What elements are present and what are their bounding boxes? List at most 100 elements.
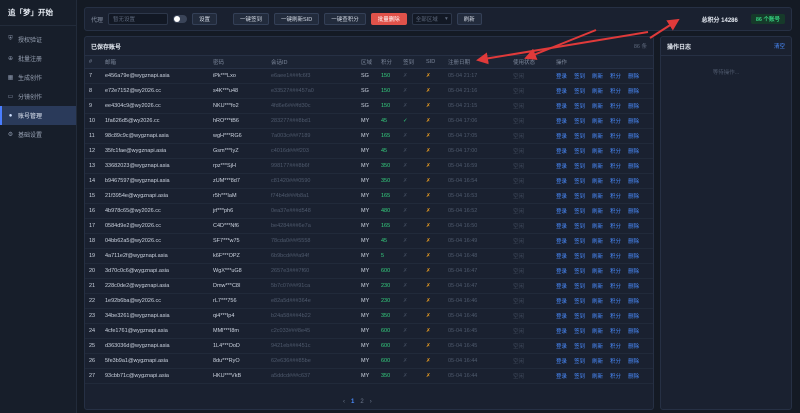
sign-action[interactable]: 签到	[574, 314, 585, 320]
table-row[interactable]: 11 98c89c9c@wygznapi.asia wgH***RG6 7a003c#…	[85, 128, 653, 144]
login-action[interactable]: 登录	[556, 134, 567, 140]
refresh-action[interactable]: 刷新	[592, 224, 603, 230]
login-action[interactable]: 登录	[556, 299, 567, 305]
delete-action[interactable]: 删除	[628, 299, 639, 305]
points-action[interactable]: 积分	[610, 269, 621, 275]
delete-action[interactable]: 删除	[628, 239, 639, 245]
delete-action[interactable]: 删除	[628, 74, 639, 80]
sign-action[interactable]: 签到	[574, 344, 585, 350]
points-action[interactable]: 积分	[610, 239, 621, 245]
delete-action[interactable]: 删除	[628, 209, 639, 215]
login-action[interactable]: 登录	[556, 284, 567, 290]
sign-action[interactable]: 签到	[574, 209, 585, 215]
sign-action[interactable]: 签到	[574, 374, 585, 380]
sign-action[interactable]: 签到	[574, 164, 585, 170]
login-action[interactable]: 登录	[556, 314, 567, 320]
points-action[interactable]: 积分	[610, 119, 621, 125]
login-action[interactable]: 登录	[556, 239, 567, 245]
login-action[interactable]: 登录	[556, 119, 567, 125]
check-points-button[interactable]: 一键查积分	[324, 13, 366, 25]
next-page-button[interactable]: ›	[370, 399, 372, 405]
table-row[interactable]: 20 3d70c0c6@wygznapi.asia WgX***uG8 2657e3#…	[85, 263, 653, 279]
refresh-action[interactable]: 刷新	[592, 344, 603, 350]
sign-action[interactable]: 签到	[574, 299, 585, 305]
points-action[interactable]: 积分	[610, 284, 621, 290]
table-row[interactable]: 9 ee4304c9@wy2026.cc NKU***fo2 4fd6e6###fd3…	[85, 98, 653, 114]
table-row[interactable]: 25 d363036d@wygznapi.asia 1L4***OoD 9421eb#…	[85, 338, 653, 354]
sign-action[interactable]: 签到	[574, 134, 585, 140]
login-action[interactable]: 登录	[556, 194, 567, 200]
table-row[interactable]: 17 0584d9e2@wy2026.cc C4D***Nf6 be4284###6e…	[85, 218, 653, 234]
points-action[interactable]: 积分	[610, 149, 621, 155]
table-row[interactable]: 8 e72e7152@wy2026.cc s4K***u48 e33527###457…	[85, 83, 653, 99]
table-row[interactable]: 13 33682023@wygznapi.asia rpz***SjH 998177#…	[85, 158, 653, 174]
login-action[interactable]: 登录	[556, 329, 567, 335]
batch-delete-button[interactable]: 批量删除	[370, 13, 407, 25]
sidebar-item-accounts[interactable]: ● 账号管理	[0, 106, 76, 125]
page-1-button[interactable]: 1	[351, 399, 354, 405]
sign-action[interactable]: 签到	[574, 269, 585, 275]
points-action[interactable]: 积分	[610, 179, 621, 185]
table-row[interactable]: 24 4cfe1761@wygznapi.asia MMl***I8m c2c033#…	[85, 323, 653, 339]
points-action[interactable]: 积分	[610, 254, 621, 260]
delete-action[interactable]: 删除	[628, 284, 639, 290]
table-row[interactable]: 16 4b978c65@wy2026.cc jrf***ph6 0ea37e###d5…	[85, 203, 653, 219]
sidebar-item-settings[interactable]: ⚙ 基础设置	[0, 125, 76, 144]
delete-action[interactable]: 删除	[628, 179, 639, 185]
points-action[interactable]: 积分	[610, 224, 621, 230]
refresh-action[interactable]: 刷新	[592, 164, 603, 170]
login-action[interactable]: 登录	[556, 269, 567, 275]
table-row[interactable]: 14 b9467597@wygznapi.asia zUM***8d7 c81420#…	[85, 173, 653, 189]
delete-action[interactable]: 删除	[628, 119, 639, 125]
sign-action[interactable]: 签到	[574, 359, 585, 365]
login-action[interactable]: 登录	[556, 104, 567, 110]
sidebar-item-auth[interactable]: ⛨ 授权验证	[0, 30, 76, 49]
sign-action[interactable]: 签到	[574, 119, 585, 125]
delete-action[interactable]: 删除	[628, 149, 639, 155]
login-action[interactable]: 登录	[556, 224, 567, 230]
points-action[interactable]: 积分	[610, 134, 621, 140]
refresh-action[interactable]: 刷新	[592, 299, 603, 305]
points-action[interactable]: 积分	[610, 329, 621, 335]
table-row[interactable]: 19 4a711e2f@wygznapi.asia k6F***OPZ 6b9bcd#…	[85, 248, 653, 264]
page-2-button[interactable]: 2	[360, 399, 363, 405]
proxy-set-button[interactable]: 设置	[192, 13, 218, 25]
refresh-action[interactable]: 刷新	[592, 314, 603, 320]
refresh-button[interactable]: 刷新	[456, 13, 482, 25]
points-action[interactable]: 积分	[610, 299, 621, 305]
delete-action[interactable]: 删除	[628, 164, 639, 170]
points-action[interactable]: 积分	[610, 209, 621, 215]
delete-action[interactable]: 删除	[628, 329, 639, 335]
sidebar-item-storyboard[interactable]: ▭ 分镜创作	[0, 87, 76, 106]
refresh-action[interactable]: 刷新	[592, 374, 603, 380]
points-action[interactable]: 积分	[610, 374, 621, 380]
refresh-action[interactable]: 刷新	[592, 269, 603, 275]
delete-action[interactable]: 删除	[628, 374, 639, 380]
refresh-action[interactable]: 刷新	[592, 239, 603, 245]
sign-action[interactable]: 签到	[574, 239, 585, 245]
refresh-action[interactable]: 刷新	[592, 209, 603, 215]
points-action[interactable]: 积分	[610, 344, 621, 350]
sidebar-item-batch-register[interactable]: ⊕ 批量注册	[0, 49, 76, 68]
points-action[interactable]: 积分	[610, 89, 621, 95]
delete-action[interactable]: 删除	[628, 224, 639, 230]
refresh-action[interactable]: 刷新	[592, 104, 603, 110]
sign-all-button[interactable]: 一键签到	[233, 13, 270, 25]
table-row[interactable]: 27 93cbb71c@wygznapi.asia HKU***VkB a5ddcd#…	[85, 368, 653, 384]
sign-action[interactable]: 签到	[574, 284, 585, 290]
refresh-action[interactable]: 刷新	[592, 254, 603, 260]
sign-action[interactable]: 签到	[574, 149, 585, 155]
delete-action[interactable]: 删除	[628, 89, 639, 95]
table-row[interactable]: 26 5fe3b9a1@wygznapi.asia 8du***RyO 62e636#…	[85, 353, 653, 369]
log-clear-button[interactable]: 清空	[774, 42, 785, 50]
refresh-action[interactable]: 刷新	[592, 179, 603, 185]
region-select[interactable]: 全部区域 ▾	[411, 13, 452, 25]
refresh-action[interactable]: 刷新	[592, 134, 603, 140]
sign-action[interactable]: 签到	[574, 194, 585, 200]
login-action[interactable]: 登录	[556, 374, 567, 380]
table-row[interactable]: 22 1e92b6ba@wy2026.cc rL7***756 e82a5d###36…	[85, 293, 653, 309]
login-action[interactable]: 登录	[556, 209, 567, 215]
delete-action[interactable]: 删除	[628, 134, 639, 140]
points-action[interactable]: 积分	[610, 104, 621, 110]
table-row[interactable]: 23 34be3261@wygznapi.asia qi4***Ip4 b24a58#…	[85, 308, 653, 324]
